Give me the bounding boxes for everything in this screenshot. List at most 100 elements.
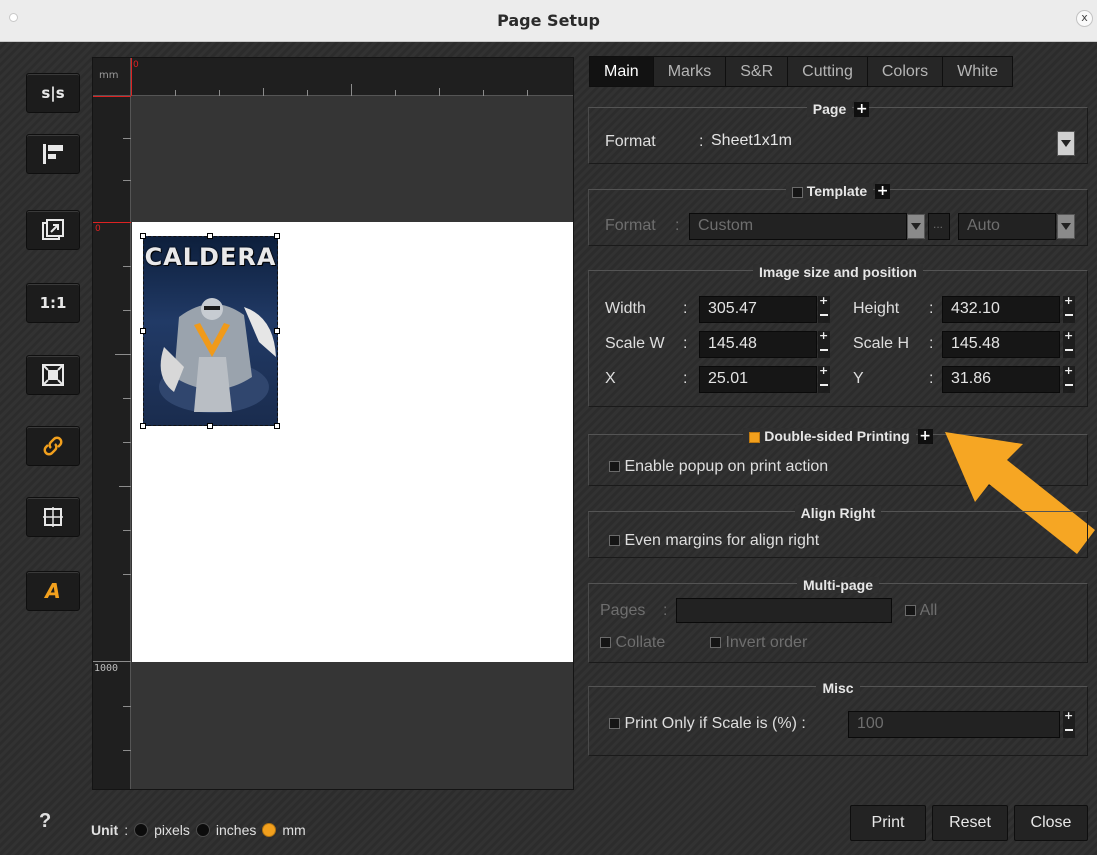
help-button[interactable]: ? <box>39 810 51 833</box>
align-button[interactable] <box>26 134 80 174</box>
align-right-group: Align Right Even margins for align right <box>588 505 1088 558</box>
y-input[interactable]: 31.86 <box>942 366 1060 393</box>
page-format-select[interactable]: Sheet1x1m <box>697 129 1057 156</box>
template-auto-dropdown-icon[interactable] <box>1057 214 1075 239</box>
popup-label: Enable popup on print action <box>624 458 829 475</box>
unit-label: Unit <box>91 822 119 838</box>
center-button[interactable] <box>26 497 80 537</box>
actual-size-button[interactable]: 1:1 <box>26 283 80 323</box>
multipage-title: Multi-page <box>797 577 879 593</box>
scale-w-label: Scale W <box>605 335 665 352</box>
resize-handle-t[interactable] <box>207 233 213 239</box>
double-sided-checkbox[interactable] <box>749 431 761 443</box>
close-button[interactable]: Close <box>1014 805 1088 841</box>
tab-marks[interactable]: Marks <box>652 56 726 87</box>
pages-label: Pages <box>600 602 646 619</box>
unit-mm-radio[interactable] <box>262 823 277 837</box>
template-auto-select[interactable]: Auto <box>958 213 1056 240</box>
resize-handle-l[interactable] <box>140 328 146 334</box>
ruler-unit: mm <box>93 58 131 96</box>
resize-handle-r[interactable] <box>274 328 280 334</box>
fit-page-button[interactable] <box>26 355 80 395</box>
tab-colors[interactable]: Colors <box>866 56 943 87</box>
actual-size-label: 1:1 <box>39 294 67 312</box>
all-pages-checkbox[interactable] <box>905 605 916 617</box>
scale-h-label: Scale H <box>853 335 910 352</box>
title-bar: Page Setup x <box>0 0 1097 42</box>
popup-checkbox[interactable] <box>609 461 620 473</box>
image-thumbnail[interactable]: CALDERA <box>143 236 278 426</box>
template-format-dropdown-icon[interactable] <box>907 214 925 239</box>
fit-image-button[interactable] <box>26 210 80 250</box>
collate-checkbox[interactable] <box>600 637 611 649</box>
template-group-title: Template <box>806 183 868 199</box>
height-spinner[interactable] <box>1063 294 1075 323</box>
x-label: X <box>605 370 616 387</box>
resize-handle-bl[interactable] <box>140 423 146 429</box>
page-group: Page + Format : Sheet1x1m <box>588 101 1088 164</box>
y-spinner[interactable] <box>1063 364 1075 393</box>
double-sided-expand-button[interactable]: + <box>917 429 933 444</box>
link-button[interactable] <box>26 426 80 466</box>
invert-order-checkbox[interactable] <box>710 637 721 649</box>
height-input[interactable]: 432.10 <box>942 296 1060 323</box>
ruler-zero-left: 0 <box>95 224 101 234</box>
center-icon <box>43 507 63 527</box>
page-expand-button[interactable]: + <box>854 102 870 117</box>
template-format-select[interactable]: Custom <box>689 213 907 240</box>
align-right-title: Align Right <box>794 505 882 521</box>
page-format-label: Format <box>605 133 656 150</box>
text-button[interactable]: A <box>26 571 80 611</box>
width-input[interactable]: 305.47 <box>699 296 817 323</box>
resize-handle-br[interactable] <box>274 423 280 429</box>
tab-cutting[interactable]: Cutting <box>787 56 867 87</box>
resize-handle-tl[interactable] <box>140 233 146 239</box>
resize-handle-b[interactable] <box>207 423 213 429</box>
unit-pixels-radio[interactable] <box>134 823 149 837</box>
print-button[interactable]: Print <box>850 805 926 841</box>
link-icon <box>43 436 63 456</box>
horizontal-ruler: 0 <box>131 58 573 96</box>
even-margins-checkbox[interactable] <box>609 535 620 547</box>
unit-pixels-label[interactable]: pixels <box>154 822 190 838</box>
scale-h-spinner[interactable] <box>1063 329 1075 358</box>
misc-group: Misc Print Only if Scale is (%) : 100 <box>588 680 1088 756</box>
fit-image-icon <box>42 219 64 240</box>
height-label: Height <box>853 300 900 317</box>
mirror-label: s|s <box>41 84 65 102</box>
tab-white[interactable]: White <box>942 56 1013 87</box>
multipage-group: Multi-page Pages : All Collate Invert or… <box>588 577 1088 663</box>
width-spinner[interactable] <box>818 294 830 323</box>
template-checkbox[interactable] <box>791 186 803 198</box>
tab-main[interactable]: Main <box>589 56 653 87</box>
resize-handle-tr[interactable] <box>274 233 280 239</box>
x-spinner[interactable] <box>818 364 830 393</box>
print-only-checkbox[interactable] <box>609 718 620 730</box>
unit-mm-label[interactable]: mm <box>282 822 305 838</box>
scale-w-spinner[interactable] <box>818 329 830 358</box>
template-expand-button[interactable]: + <box>875 184 891 199</box>
pages-input[interactable] <box>676 598 892 623</box>
template-format-label: Format <box>605 217 656 234</box>
tab-snr[interactable]: S&R <box>725 56 788 87</box>
template-more-button[interactable]: ... <box>928 213 950 240</box>
mirror-button[interactable]: s|s <box>26 73 80 113</box>
figure-illustration <box>159 298 276 413</box>
page-format-dropdown-icon[interactable] <box>1057 131 1075 156</box>
vertical-ruler: 0 1000 <box>93 96 131 789</box>
window-close-button[interactable]: x <box>1076 10 1093 27</box>
scale-h-input[interactable]: 145.48 <box>942 331 1060 358</box>
even-margins-label: Even margins for align right <box>624 532 820 549</box>
reset-button[interactable]: Reset <box>932 805 1008 841</box>
ruler-zero-top: 0 <box>133 60 139 70</box>
unit-inches-radio[interactable] <box>195 823 210 837</box>
scale-percent-input[interactable]: 100 <box>848 711 1060 738</box>
scale-percent-spinner[interactable] <box>1063 709 1075 738</box>
invert-order-label: Invert order <box>725 634 808 651</box>
unit-inches-label[interactable]: inches <box>216 822 256 838</box>
scale-w-input[interactable]: 145.48 <box>699 331 817 358</box>
x-input[interactable]: 25.01 <box>699 366 817 393</box>
window-title: Page Setup <box>497 11 600 30</box>
fit-page-icon <box>42 364 64 386</box>
page-preview[interactable]: mm 0 0 1000 CALDERA <box>92 57 574 790</box>
